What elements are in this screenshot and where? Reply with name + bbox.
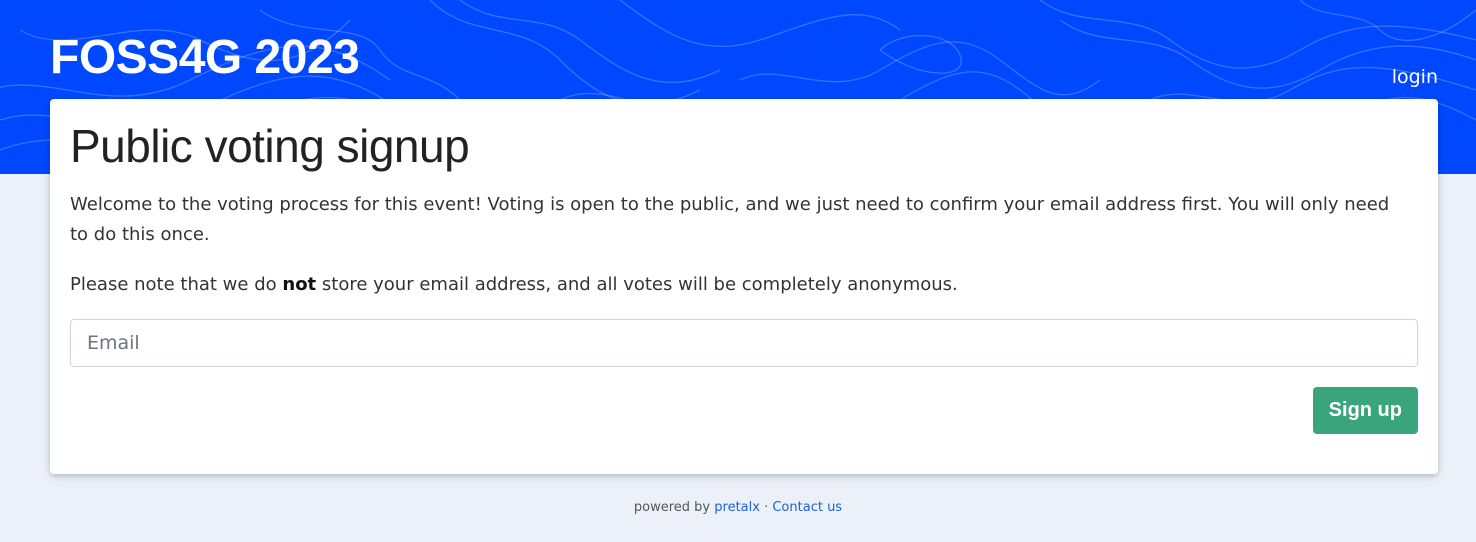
page-title: Public voting signup xyxy=(70,120,470,172)
intro-text: Welcome to the voting process for this e… xyxy=(70,194,1390,245)
powered-by-text: powered by xyxy=(633,500,711,515)
pretalx-link[interactable]: pretalx xyxy=(714,500,760,515)
login-link[interactable]: login xyxy=(1392,66,1438,88)
privacy-note-start: Please note that we do xyxy=(70,274,283,295)
email-field[interactable] xyxy=(70,319,1418,367)
footer: powered by pretalx · Contact us xyxy=(0,500,1476,515)
event-title-link[interactable]: FOSS4G 2023 xyxy=(50,30,360,85)
privacy-note-emphasis: not xyxy=(282,274,317,295)
contact-us-link[interactable]: Contact us xyxy=(772,500,842,515)
privacy-note: Please note that we do not store your em… xyxy=(70,270,1410,300)
footer-separator: · xyxy=(759,500,773,515)
signup-card: Public voting signup Welcome to the voti… xyxy=(50,99,1438,474)
sign-up-button[interactable]: Sign up xyxy=(1312,387,1418,434)
privacy-note-end: store your email address, and all votes … xyxy=(316,274,958,295)
